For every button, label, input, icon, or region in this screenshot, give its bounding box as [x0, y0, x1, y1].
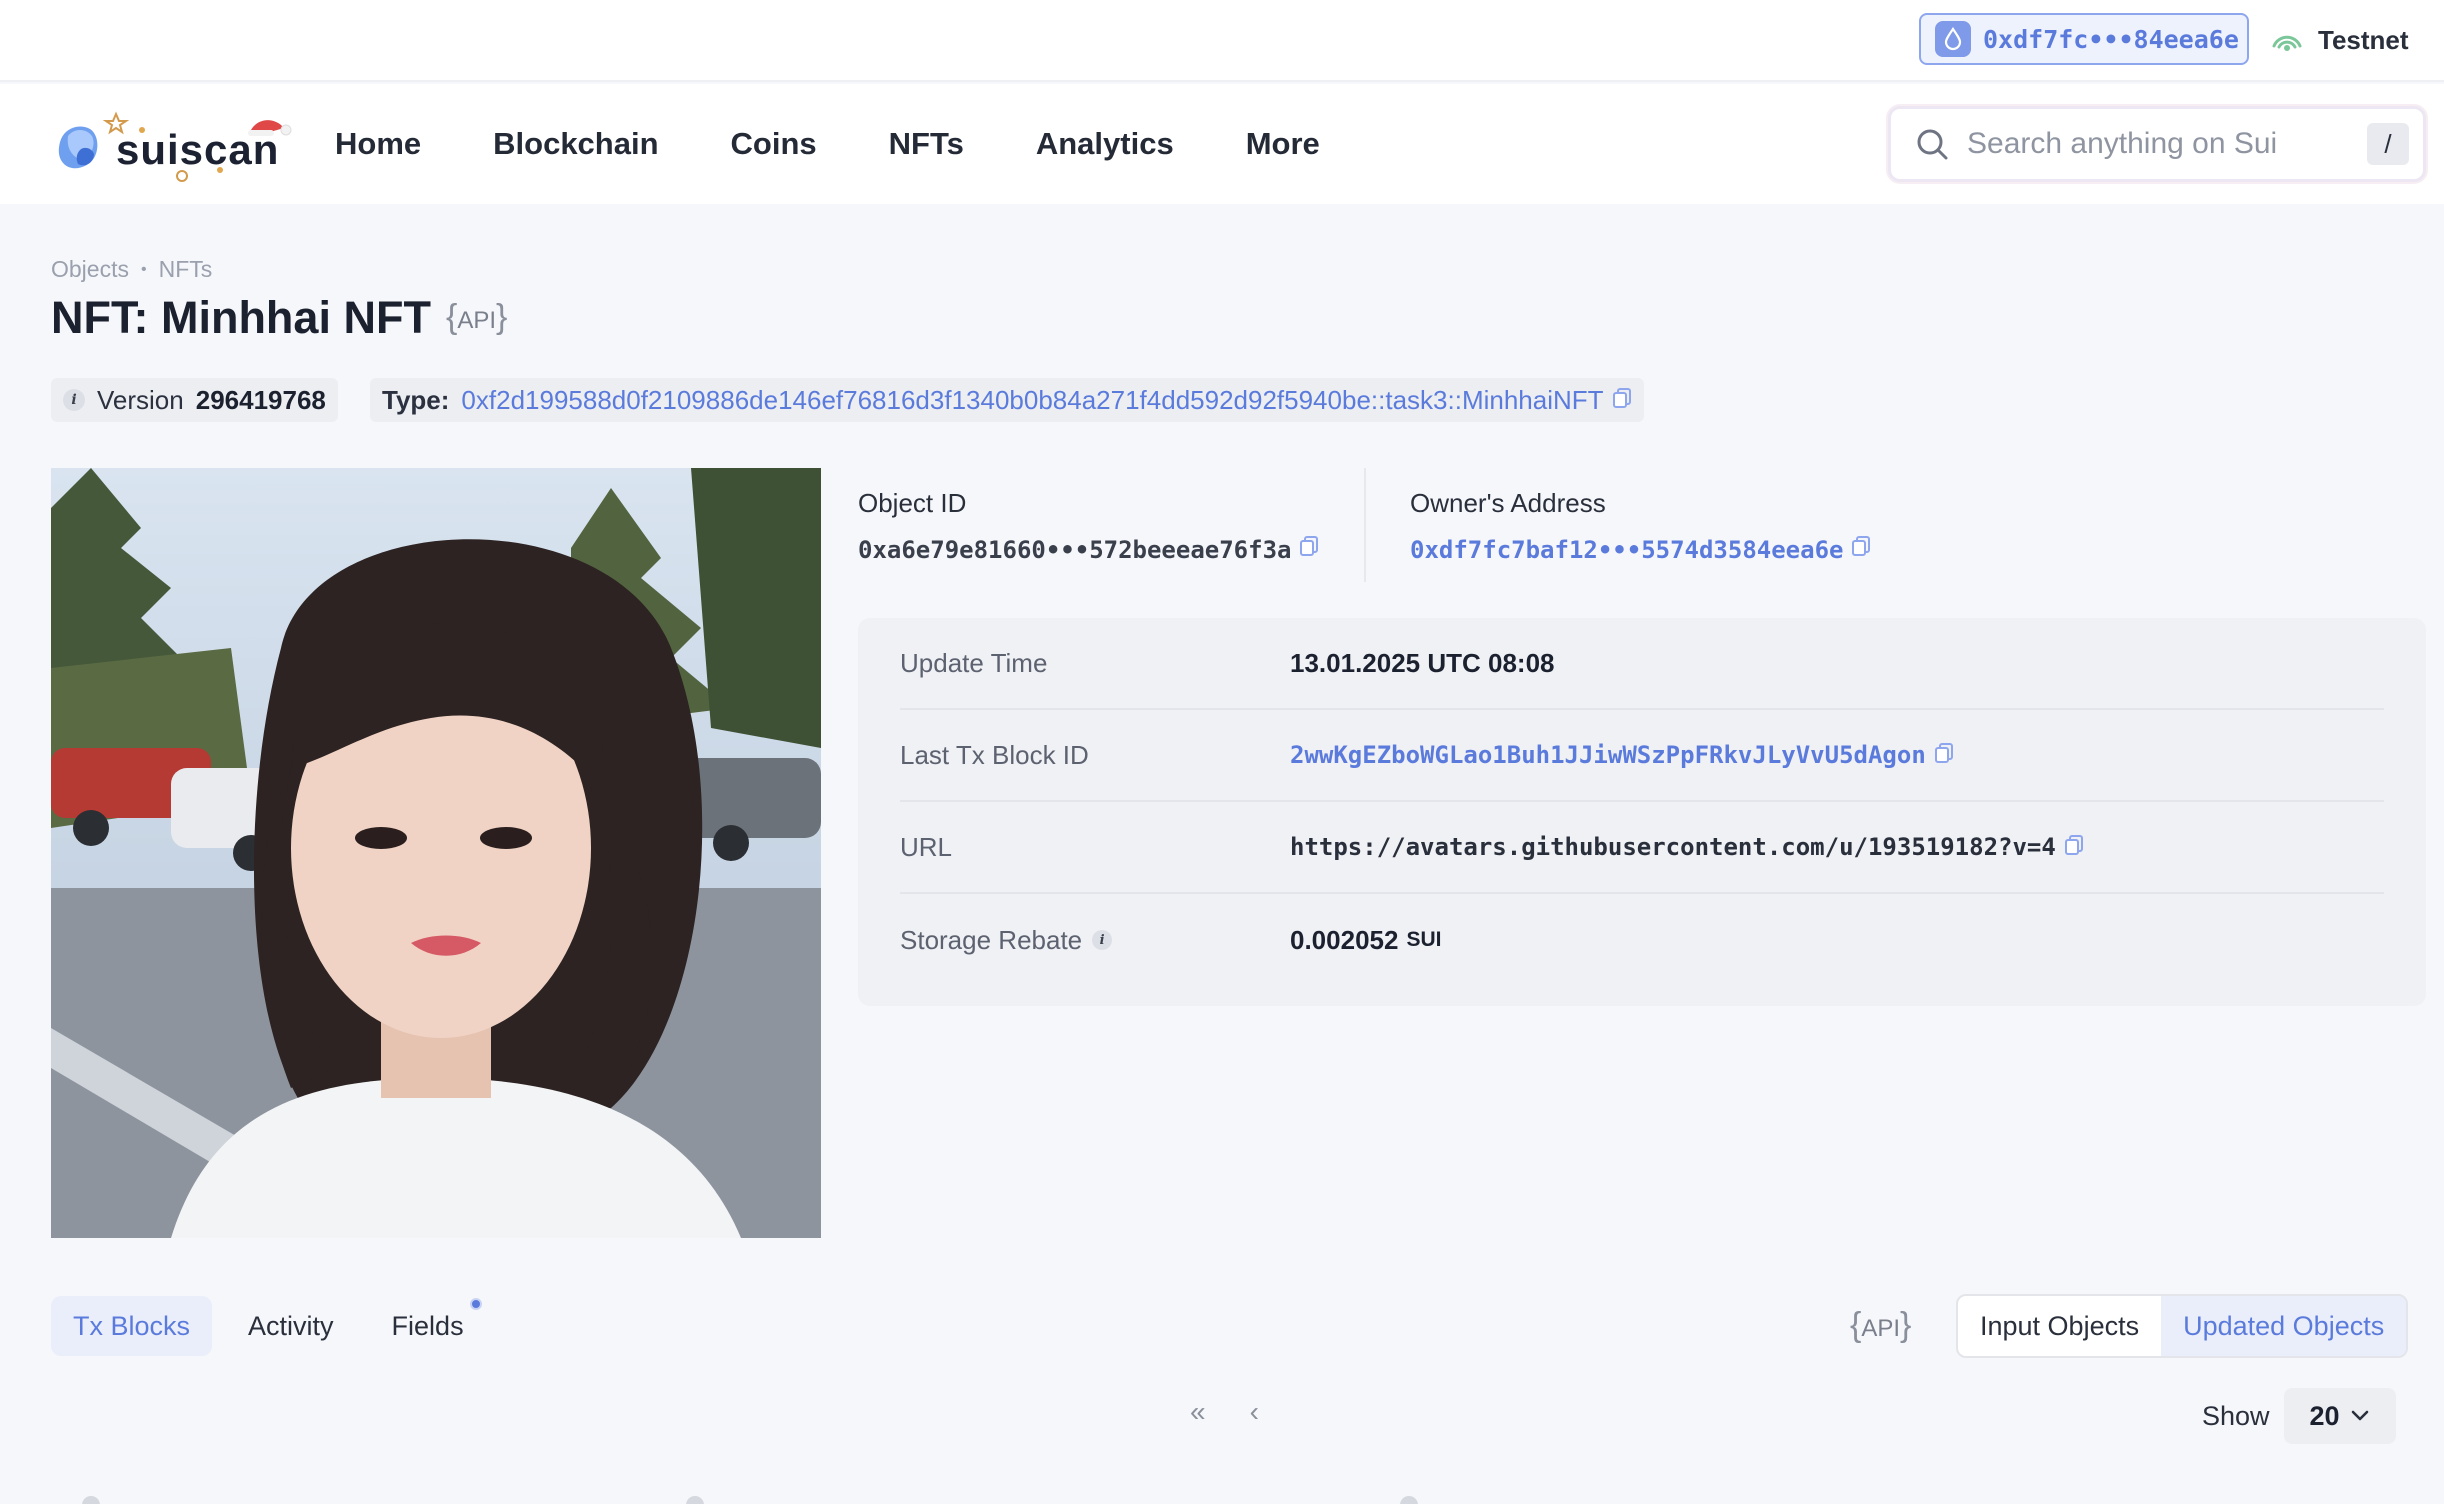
object-id-row: 0xa6e79e81660•••572beeeae76f3a [858, 535, 1319, 564]
prev-page-icon[interactable]: ‹ [1250, 1396, 1259, 1428]
pagination: « ‹ [1190, 1396, 1303, 1428]
search-shortcut-key: / [2367, 123, 2409, 165]
search-box: / [1888, 106, 2426, 182]
info-icon[interactable]: i [63, 389, 85, 411]
nav-nfts[interactable]: NFTs [889, 126, 964, 162]
network-selector[interactable]: Testnet [2270, 20, 2409, 60]
storage-rebate-value: 0.002052 [1290, 924, 1399, 955]
objects-toggle: Input Objects Updated Objects [1956, 1294, 2409, 1358]
search-input[interactable] [1967, 127, 2367, 161]
api-link[interactable]: {API} [1850, 1306, 1911, 1345]
notification-dot [469, 1298, 482, 1310]
tab-fields[interactable]: Fields [370, 1296, 486, 1356]
detail-key: Update Time [900, 647, 1048, 678]
url-value[interactable]: https://avatars.githubusercontent.com/u/… [1290, 833, 2056, 861]
brand-name: suiscan [116, 126, 280, 173]
breadcrumb-nfts[interactable]: NFTs [159, 256, 213, 283]
details-card: Update Time 13.01.2025 UTC 08:08 Last Tx… [858, 618, 2426, 1006]
loading-placeholder [686, 1496, 704, 1504]
breadcrumb-objects[interactable]: Objects [51, 256, 129, 283]
tab-tx-blocks[interactable]: Tx Blocks [51, 1296, 213, 1356]
wallet-button[interactable]: 0xdf7fc•••84eea6e [1919, 13, 2249, 65]
vertical-divider [1364, 468, 1366, 582]
detail-row-storage-rebate: Storage Rebate i 0.002052 SUI [900, 894, 2384, 986]
nft-image [51, 468, 821, 1238]
copy-icon[interactable] [2064, 832, 2084, 863]
copy-icon[interactable] [1851, 535, 1871, 564]
detail-key-row: Storage Rebate i [900, 925, 1290, 956]
page-size: Show 20 [2202, 1388, 2396, 1444]
object-id-value: 0xa6e79e81660•••572beeeae76f3a [858, 535, 1292, 564]
info-icon[interactable]: i [1092, 930, 1113, 950]
page-size-select[interactable]: 20 [2283, 1388, 2396, 1444]
updated-objects-option[interactable]: Updated Objects [2161, 1296, 2407, 1356]
copy-icon[interactable] [1299, 535, 1319, 564]
suiscan-logo[interactable]: suiscan [50, 98, 300, 188]
tab-activity[interactable]: Activity [226, 1296, 356, 1356]
input-objects-option[interactable]: Input Objects [1958, 1296, 2161, 1356]
owner-label: Owner's Address [1410, 488, 1606, 518]
last-tx-block-link[interactable]: 2wwKgEZboWGLao1Buh1JJiwWSzPpFRkvJLyVvU5d… [1290, 741, 1926, 769]
page-size-label: Show [2202, 1400, 2270, 1431]
network-label: Testnet [2318, 24, 2409, 55]
top-bar: 0xdf7fc•••84eea6e Testnet [0, 0, 2444, 82]
breadcrumb: Objects • NFTs [51, 256, 212, 283]
detail-row-last-tx: Last Tx Block ID 2wwKgEZboWGLao1Buh1JJiw… [900, 710, 2384, 802]
tab-bar: Tx Blocks Activity Fields [51, 1296, 500, 1356]
nav-home[interactable]: Home [335, 126, 421, 162]
owner-address-link[interactable]: 0xdf7fc7baf12•••5574d3584eea6e [1410, 536, 1843, 564]
version-label: Version [97, 384, 184, 415]
breadcrumb-separator: • [140, 260, 147, 278]
loading-placeholder [82, 1496, 100, 1504]
detail-value-row: 2wwKgEZboWGLao1Buh1JJiwWSzPpFRkvJLyVvU5d… [1290, 740, 1954, 771]
nav-blockchain[interactable]: Blockchain [493, 126, 658, 162]
signal-icon [2272, 35, 2302, 51]
nav-coins[interactable]: Coins [731, 126, 817, 162]
type-value-link[interactable]: 0xf2d199588d0f2109886de146ef76816d3f1340… [461, 385, 1603, 416]
detail-row-url: URL https://avatars.githubusercontent.co… [900, 802, 2384, 894]
page-title: NFT: Minhhai NFT [51, 292, 431, 343]
detail-row-update-time: Update Time 13.01.2025 UTC 08:08 [900, 618, 2384, 710]
copy-icon[interactable] [1612, 385, 1632, 416]
chevron-down-icon [2351, 1410, 2368, 1421]
wallet-address: 0xdf7fc•••84eea6e [1983, 24, 2239, 54]
detail-key: Storage Rebate [900, 924, 1083, 955]
object-id-label: Object ID [858, 488, 967, 518]
first-page-icon[interactable]: « [1190, 1396, 1206, 1428]
owner-block: Owner's Address 0xdf7fc7baf12•••5574d358… [1410, 488, 1871, 564]
api-link[interactable]: {API} [446, 298, 507, 337]
version-value: 296419768 [195, 384, 326, 415]
detail-value-row: https://avatars.githubusercontent.com/u/… [1290, 832, 2084, 863]
owner-row: 0xdf7fc7baf12•••5574d3584eea6e [1410, 535, 1871, 564]
type-chip: Type: 0xf2d199588d0f2109886de146ef76816d… [370, 378, 1644, 422]
object-id-block: Object ID 0xa6e79e81660•••572beeeae76f3a [858, 488, 1319, 564]
sui-drop-icon [1935, 21, 1971, 57]
nav-more[interactable]: More [1246, 126, 1320, 162]
detail-key: URL [900, 831, 953, 862]
main-nav: Home Blockchain Coins NFTs Analytics Mor… [335, 84, 1392, 204]
version-chip: i Version 296419768 [51, 378, 338, 422]
detail-value-row: 0.002052 SUI [1290, 925, 1441, 956]
detail-key: Last Tx Block ID [900, 739, 1089, 770]
loading-placeholder [1400, 1496, 1418, 1504]
nav-bar: suiscan Home Blockchain Coins NFTs Analy… [0, 84, 2444, 204]
nav-analytics[interactable]: Analytics [1036, 126, 1174, 162]
storage-rebate-unit: SUI [1406, 928, 1442, 951]
search-icon [1917, 129, 1948, 160]
detail-value: 13.01.2025 UTC 08:08 [1290, 647, 1555, 678]
page-size-value: 20 [2309, 1400, 2340, 1431]
type-label: Type: [382, 384, 450, 415]
copy-icon[interactable] [1934, 740, 1954, 771]
